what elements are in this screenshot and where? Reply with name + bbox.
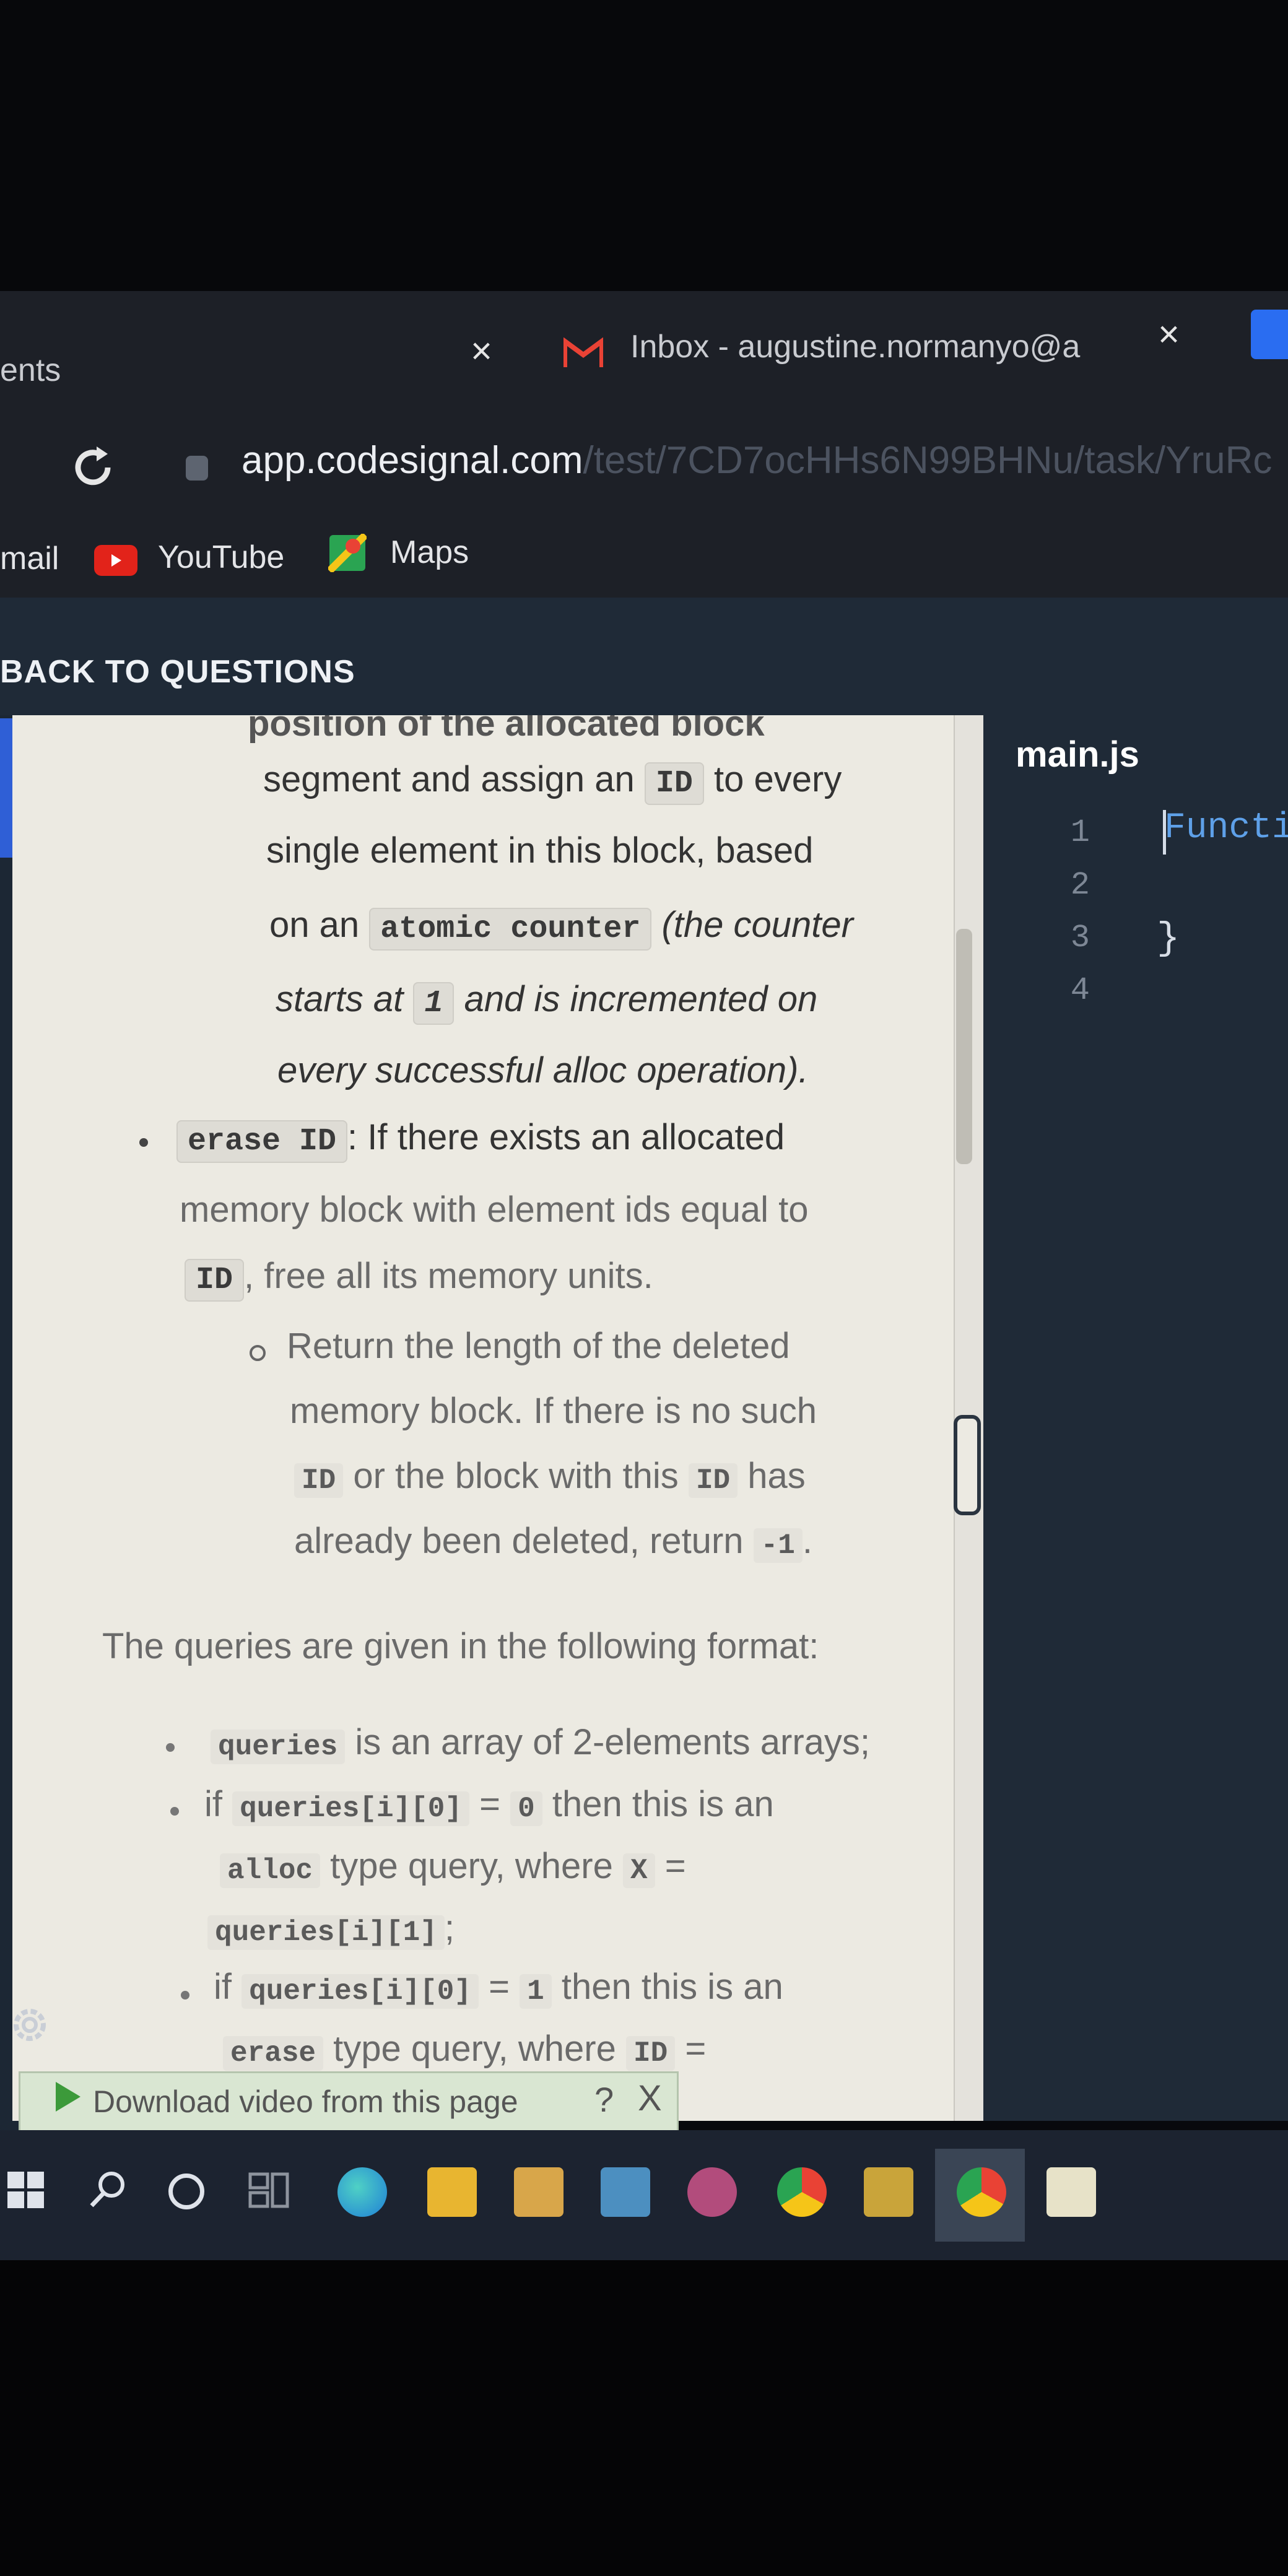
list-bullet [139, 1138, 148, 1147]
tab-partial[interactable]: ents [0, 352, 61, 389]
file-tab[interactable]: main.js [1016, 734, 1139, 775]
notes-icon[interactable] [1046, 2167, 1096, 2217]
url-field[interactable]: app.codesignal.com/test/7CD7ocHHs6N99BHN… [242, 438, 1272, 482]
tab-inbox[interactable]: Inbox - augustine.normanyo@a [630, 328, 1080, 365]
description-line: Return the length of the deleted [287, 1326, 790, 1366]
description-line: ID or the block with this ID has [294, 1455, 806, 1498]
line-number: 2 [1070, 867, 1090, 903]
task-description-panel: position of the allocated block segment … [12, 715, 960, 2121]
file-explorer-icon[interactable] [427, 2167, 477, 2217]
format-line: queries[i][1]; [207, 1907, 455, 1950]
lock-icon[interactable] [186, 456, 208, 481]
format-line: alloc type query, where X = [220, 1845, 686, 1888]
format-line: queries is an array of 2-elements arrays… [211, 1721, 870, 1764]
app-icon[interactable] [864, 2167, 913, 2217]
description-line: memory block with element ids equal to [180, 1190, 809, 1230]
format-line: erase type query, where ID = [223, 2028, 706, 2071]
panel-resize-handle[interactable] [954, 1415, 981, 1515]
maps-icon [328, 534, 367, 572]
help-button[interactable]: ? [594, 2079, 614, 2120]
description-line: every successful alloc operation). [277, 1050, 809, 1090]
tab-close-icon[interactable]: × [1158, 313, 1180, 355]
youtube-icon [94, 545, 137, 576]
format-line: if queries[i][0] = 1 then this is an [214, 1967, 783, 2009]
reload-icon[interactable] [68, 443, 118, 492]
screen-bezel-bottom [0, 2260, 1288, 2576]
list-bullet [166, 1743, 175, 1752]
download-video-label[interactable]: Download video from this page [93, 2084, 518, 2120]
edge-icon[interactable] [337, 2167, 387, 2217]
close-button[interactable]: X [638, 2078, 662, 2119]
chrome-active-icon[interactable] [957, 2167, 1006, 2217]
url-domain: app.codesignal.com [242, 439, 583, 482]
description-line: ID, free all its memory units. [185, 1255, 653, 1302]
bookmark-maps[interactable]: Maps [390, 534, 469, 571]
store-icon[interactable] [514, 2167, 564, 2217]
mail-icon[interactable] [601, 2167, 650, 2217]
github-icon[interactable] [687, 2167, 737, 2217]
description-cut-line: position of the allocated block [248, 715, 765, 744]
code-line[interactable]: Functi [1164, 808, 1288, 848]
line-number: 4 [1070, 972, 1090, 1009]
description-line: on an atomic counter (the counter [269, 904, 853, 951]
play-icon [56, 2082, 80, 2112]
description-line: single element in this block, based [266, 830, 814, 871]
bookmark-youtube[interactable]: YouTube [158, 539, 284, 576]
description-line: memory block. If there is no such [290, 1391, 817, 1431]
code-line[interactable]: } [1157, 916, 1180, 960]
gmail-icon [564, 337, 603, 367]
code-editor[interactable] [983, 715, 1288, 2121]
bookmark-gmail[interactable]: mail [0, 540, 59, 577]
line-number: 1 [1070, 814, 1090, 851]
gear-icon[interactable] [5, 2000, 54, 2050]
chrome-icon[interactable] [777, 2167, 827, 2217]
scrollbar-thumb[interactable] [956, 929, 972, 1164]
description-line: starts at 1 and is incremented on [276, 978, 817, 1025]
format-line: if queries[i][0] = 0 then this is an [204, 1784, 774, 1826]
sub-bullet [250, 1345, 266, 1361]
start-icon[interactable] [6, 2170, 46, 2210]
cortana-icon[interactable] [168, 2174, 204, 2209]
list-bullet [181, 1991, 189, 1999]
search-icon[interactable] [87, 2167, 130, 2211]
tab-close-icon[interactable]: × [471, 329, 492, 372]
task-view-icon[interactable] [248, 2170, 291, 2210]
screen-bezel-top [0, 0, 1288, 291]
description-line: segment and assign an ID to every [263, 759, 842, 805]
format-intro: The queries are given in the following f… [102, 1626, 819, 1666]
line-number: 3 [1070, 920, 1090, 956]
description-line: already been deleted, return -1. [294, 1521, 812, 1563]
list-bullet [170, 1807, 179, 1816]
extension-icon[interactable] [1251, 310, 1288, 359]
back-to-questions-link[interactable]: BACK TO QUESTIONS [0, 653, 355, 690]
erase-item: erase ID: If there exists an allocated [176, 1116, 785, 1163]
url-path: /test/7CD7ocHHs6N99BHNu/task/YruRc [583, 439, 1273, 482]
